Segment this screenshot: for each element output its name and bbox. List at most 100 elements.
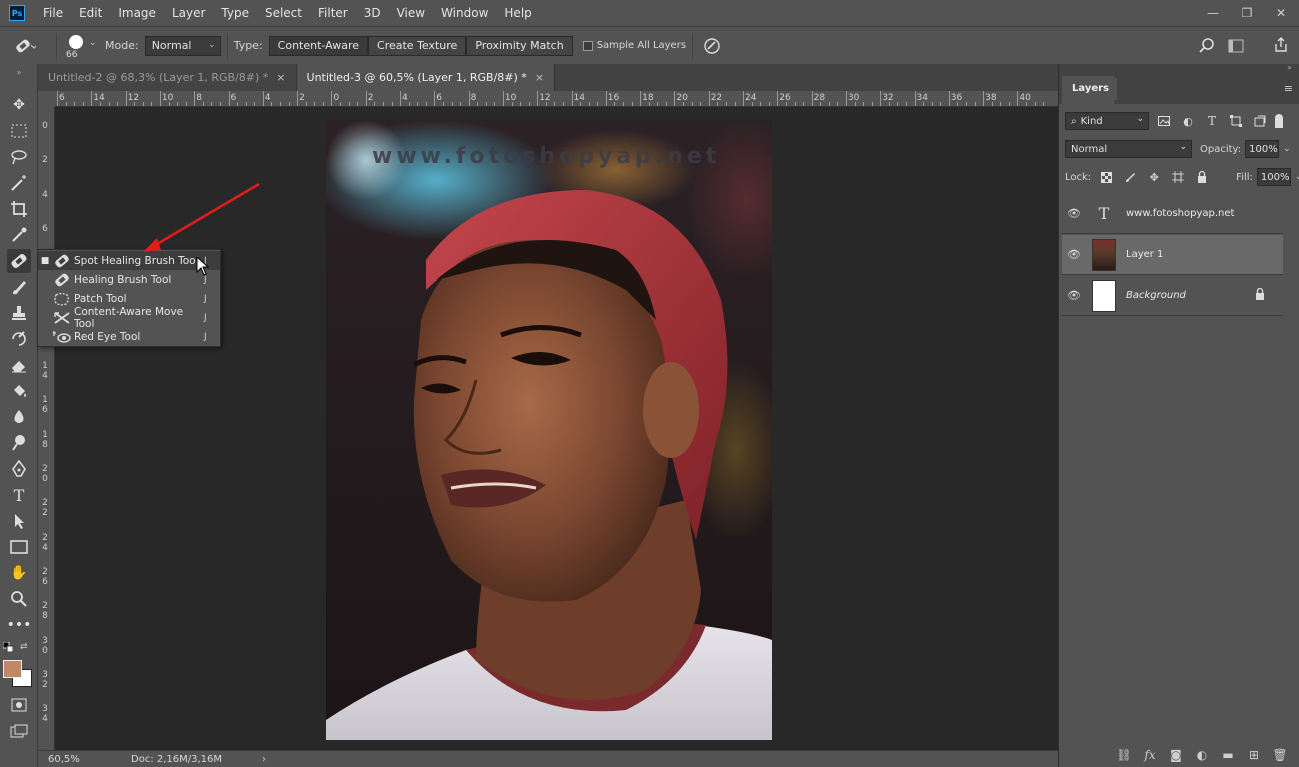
- vertical-ruler[interactable]: 0246810121416182022242628303234: [38, 107, 55, 750]
- more-tools-icon[interactable]: •••: [7, 614, 32, 636]
- document-image[interactable]: www.fotoshopyap.net: [326, 120, 772, 740]
- share-icon[interactable]: [1273, 37, 1289, 53]
- type-tool-icon[interactable]: T: [7, 484, 31, 506]
- rectangle-tool-icon[interactable]: [7, 536, 31, 558]
- chevron-down-icon[interactable]: ⌄: [1283, 144, 1291, 154]
- blend-mode-select[interactable]: Normal ⌄: [1065, 140, 1192, 158]
- menu-edit[interactable]: Edit: [71, 0, 110, 26]
- close-icon[interactable]: ×: [276, 71, 285, 84]
- tab-untitled-3[interactable]: Untitled-3 @ 60,5% (Layer 1, RGB/8#) * ×: [296, 64, 556, 91]
- layer-name[interactable]: www.fotoshopyap.net: [1126, 208, 1283, 219]
- create-texture-button[interactable]: Create Texture: [368, 35, 467, 56]
- opacity-input[interactable]: 100%: [1245, 140, 1280, 158]
- menu-image[interactable]: Image: [110, 0, 164, 26]
- marquee-tool-icon[interactable]: [7, 120, 31, 142]
- filter-toggle-icon[interactable]: [1275, 114, 1283, 128]
- eyedropper-tool-icon[interactable]: [7, 224, 31, 246]
- sample-all-layers-option[interactable]: Sample All Layers: [582, 40, 686, 51]
- blur-tool-icon[interactable]: [7, 406, 31, 428]
- lasso-tool-icon[interactable]: [7, 146, 31, 168]
- tool-preset-picker[interactable]: [0, 37, 50, 55]
- close-button[interactable]: ✕: [1271, 3, 1291, 23]
- mode-select[interactable]: Normal ⌄: [144, 35, 221, 56]
- layer-name[interactable]: Layer 1: [1126, 249, 1283, 260]
- flyout-item-content-aware-move[interactable]: Content-Aware Move Tool J: [38, 306, 220, 330]
- pressure-size-icon[interactable]: [703, 37, 721, 55]
- pen-tool-icon[interactable]: [7, 458, 31, 480]
- restore-button[interactable]: ❐: [1237, 3, 1257, 23]
- brush-picker[interactable]: 66 ⌄: [63, 30, 99, 62]
- workspace-icon[interactable]: [1228, 39, 1246, 53]
- chevron-down-icon[interactable]: ⌄: [1295, 172, 1299, 182]
- tab-layers[interactable]: Layers: [1064, 78, 1117, 100]
- new-layer-icon[interactable]: ⊞: [1246, 748, 1262, 762]
- menu-3d[interactable]: 3D: [356, 0, 389, 26]
- zoom-tool-icon[interactable]: [7, 588, 31, 610]
- layer-row-text[interactable]: 👁 T www.fotoshopyap.net: [1062, 194, 1283, 234]
- visibility-eye-icon[interactable]: 👁: [1062, 248, 1086, 261]
- filter-kind-select[interactable]: ⌕ Kind ⌄: [1065, 112, 1149, 130]
- minimize-button[interactable]: —: [1203, 3, 1223, 23]
- layer-row-background[interactable]: 👁 Background: [1062, 276, 1283, 316]
- menu-view[interactable]: View: [389, 0, 433, 26]
- zoom-level[interactable]: 60,5%: [38, 754, 108, 765]
- menu-file[interactable]: File: [35, 0, 71, 26]
- filter-adjustment-icon[interactable]: ◐: [1179, 112, 1197, 130]
- brush-tool-icon[interactable]: [7, 276, 31, 298]
- default-colors-icon[interactable]: [2, 641, 14, 653]
- lock-all-icon[interactable]: [1193, 168, 1211, 186]
- visibility-eye-icon[interactable]: 👁: [1062, 289, 1086, 302]
- menu-type[interactable]: Type: [213, 0, 257, 26]
- close-icon[interactable]: ×: [535, 71, 544, 84]
- flyout-item-healing-brush[interactable]: Healing Brush Tool J: [38, 270, 220, 289]
- panel-menu-icon[interactable]: ≡: [1284, 82, 1293, 95]
- eraser-tool-icon[interactable]: [7, 354, 31, 376]
- new-group-icon[interactable]: ▬: [1220, 748, 1236, 762]
- search-icon[interactable]: [1199, 38, 1215, 54]
- clone-stamp-tool-icon[interactable]: [7, 302, 31, 324]
- document-canvas[interactable]: www.fotoshopyap.net: [55, 107, 1058, 750]
- path-selection-tool-icon[interactable]: [7, 510, 31, 532]
- paint-bucket-tool-icon[interactable]: [7, 380, 31, 402]
- screen-mode-icon[interactable]: [7, 720, 31, 742]
- collapse-icon[interactable]: »: [7, 68, 31, 77]
- lock-pixels-icon[interactable]: [1121, 168, 1139, 186]
- quick-mask-icon[interactable]: [7, 694, 31, 716]
- menu-select[interactable]: Select: [257, 0, 310, 26]
- menu-window[interactable]: Window: [433, 0, 496, 26]
- filter-type-icon[interactable]: T: [1203, 112, 1221, 130]
- horizontal-ruler[interactable]: 6 14 12 10 8 6 4 2 0 2 4 6 8 10 12 14 16 18 20 22 24 26 28 30 32…: [55, 91, 1058, 107]
- link-layers-icon[interactable]: ⛓: [1116, 748, 1132, 762]
- chevron-right-icon[interactable]: ›: [262, 754, 266, 765]
- proximity-match-button[interactable]: Proximity Match: [466, 35, 573, 56]
- menu-layer[interactable]: Layer: [164, 0, 213, 26]
- menu-filter[interactable]: Filter: [310, 0, 356, 26]
- swap-colors-icon[interactable]: ⇄: [20, 642, 28, 652]
- fill-input[interactable]: 100%: [1256, 168, 1291, 186]
- spot-healing-tool-icon[interactable]: [7, 249, 31, 273]
- sample-all-layers-checkbox[interactable]: [582, 40, 593, 51]
- fx-icon[interactable]: fx: [1142, 748, 1158, 762]
- magic-wand-tool-icon[interactable]: [7, 172, 31, 194]
- move-tool-icon[interactable]: ✥: [7, 94, 31, 116]
- flyout-item-red-eye[interactable]: Red Eye Tool J: [38, 327, 220, 346]
- adjustment-layer-icon[interactable]: ◐: [1194, 748, 1210, 762]
- delete-layer-icon[interactable]: 🗑: [1272, 748, 1288, 762]
- menu-help[interactable]: Help: [496, 0, 539, 26]
- visibility-eye-icon[interactable]: 👁: [1062, 207, 1086, 220]
- crop-tool-icon[interactable]: [7, 198, 31, 220]
- add-mask-icon[interactable]: ◙: [1168, 748, 1184, 762]
- collapse-panels-icon[interactable]: »: [1287, 63, 1292, 72]
- filter-smart-object-icon[interactable]: [1251, 112, 1269, 130]
- content-aware-button[interactable]: Content-Aware: [268, 35, 369, 56]
- flyout-item-spot-healing-brush[interactable]: ■ Spot Healing Brush Tool J: [38, 251, 220, 270]
- lock-transparent-icon[interactable]: [1097, 168, 1115, 186]
- lock-icon[interactable]: [1255, 287, 1271, 303]
- foreground-color-swatch[interactable]: [3, 660, 22, 678]
- lock-artboard-icon[interactable]: [1169, 168, 1187, 186]
- hand-tool-icon[interactable]: ✋: [7, 562, 31, 584]
- dodge-tool-icon[interactable]: [7, 432, 31, 454]
- filter-pixel-icon[interactable]: [1155, 112, 1173, 130]
- lock-position-icon[interactable]: ✥: [1145, 168, 1163, 186]
- layer-row-layer-1[interactable]: 👁 Layer 1: [1062, 235, 1283, 275]
